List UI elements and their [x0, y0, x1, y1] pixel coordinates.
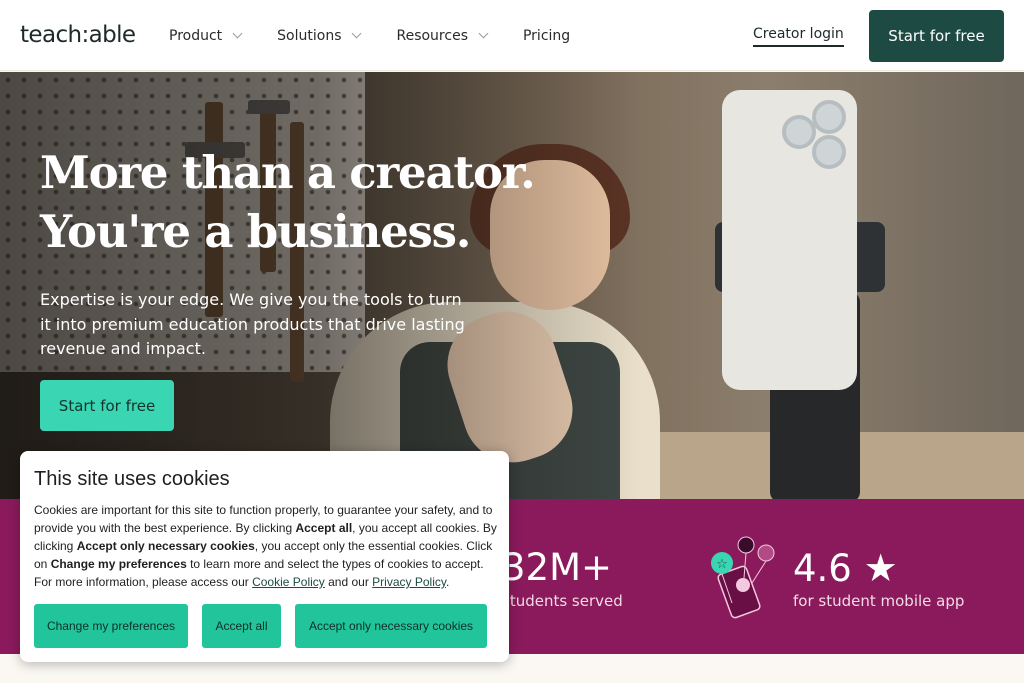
- hero-overlay: [0, 72, 640, 499]
- mobile-app-illustration-icon: ☆: [711, 536, 775, 619]
- hero-title: More than a creator. You're a business.: [40, 143, 560, 261]
- nav-item-label: Solutions: [277, 27, 342, 44]
- camera-lens-image: [812, 100, 846, 134]
- hero-title-line1: More than a creator.: [40, 146, 536, 199]
- cookie-text-bold: Accept only necessary cookies: [76, 539, 255, 553]
- hero-start-for-free-button[interactable]: Start for free: [40, 380, 174, 431]
- site-header: teach:able Product Solutions Resources P…: [0, 0, 1024, 71]
- stat-rating-label: for student mobile app: [793, 592, 965, 610]
- chevron-down-icon: [232, 28, 243, 38]
- chevron-down-icon: [352, 28, 362, 38]
- nav-item-label: Resources: [396, 27, 468, 44]
- nav-item-resources[interactable]: Resources: [396, 27, 489, 44]
- nav-item-pricing[interactable]: Pricing: [523, 28, 570, 44]
- cookie-consent-dialog: This site uses cookies Cookies are impor…: [20, 451, 509, 662]
- change-preferences-button[interactable]: Change my preferences: [34, 604, 188, 648]
- nav-item-product[interactable]: Product: [169, 27, 243, 44]
- cookie-text: and our: [324, 575, 373, 589]
- camera-lens-image: [782, 115, 816, 149]
- hero-section: More than a creator. You're a business. …: [0, 72, 1024, 499]
- stat-rating-number: 4.6: [793, 547, 852, 590]
- main-nav: Product Solutions Resources Pricing: [169, 0, 606, 71]
- svg-text:☆: ☆: [716, 557, 728, 572]
- stat-students-label: students served: [502, 592, 623, 610]
- start-for-free-button[interactable]: Start for free: [869, 10, 1004, 62]
- accept-necessary-cookies-button[interactable]: Accept only necessary cookies: [295, 604, 487, 648]
- nav-item-solutions[interactable]: Solutions: [277, 27, 362, 44]
- cookie-text-bold: Accept all: [295, 521, 353, 535]
- hero-title-line2: You're a business.: [40, 205, 471, 258]
- stat-students-value: 32M+: [502, 546, 613, 589]
- creator-login-link[interactable]: Creator login: [753, 26, 844, 47]
- cookie-dialog-title: This site uses cookies: [34, 468, 230, 490]
- chevron-down-icon: [478, 28, 489, 38]
- cookie-text-bold: Change my preferences: [50, 557, 187, 571]
- camera-lens-image: [812, 135, 846, 169]
- nav-item-label: Pricing: [522, 27, 571, 44]
- cookie-text: .: [445, 575, 450, 589]
- cookie-policy-link[interactable]: Cookie Policy: [252, 575, 325, 589]
- star-icon: ★: [863, 546, 898, 590]
- nav-item-label: Product: [169, 27, 223, 44]
- smartphone-image: [722, 90, 857, 390]
- accept-all-button[interactable]: Accept all: [202, 604, 281, 648]
- cookie-dialog-body: Cookies are important for this site to f…: [34, 501, 499, 591]
- hero-subtitle: Expertise is your edge. We give you the …: [40, 290, 465, 358]
- stat-rating-value: 4.6 ★: [793, 546, 898, 590]
- teachable-logo[interactable]: teach:able: [20, 22, 136, 48]
- privacy-policy-link[interactable]: Privacy Policy: [372, 575, 446, 589]
